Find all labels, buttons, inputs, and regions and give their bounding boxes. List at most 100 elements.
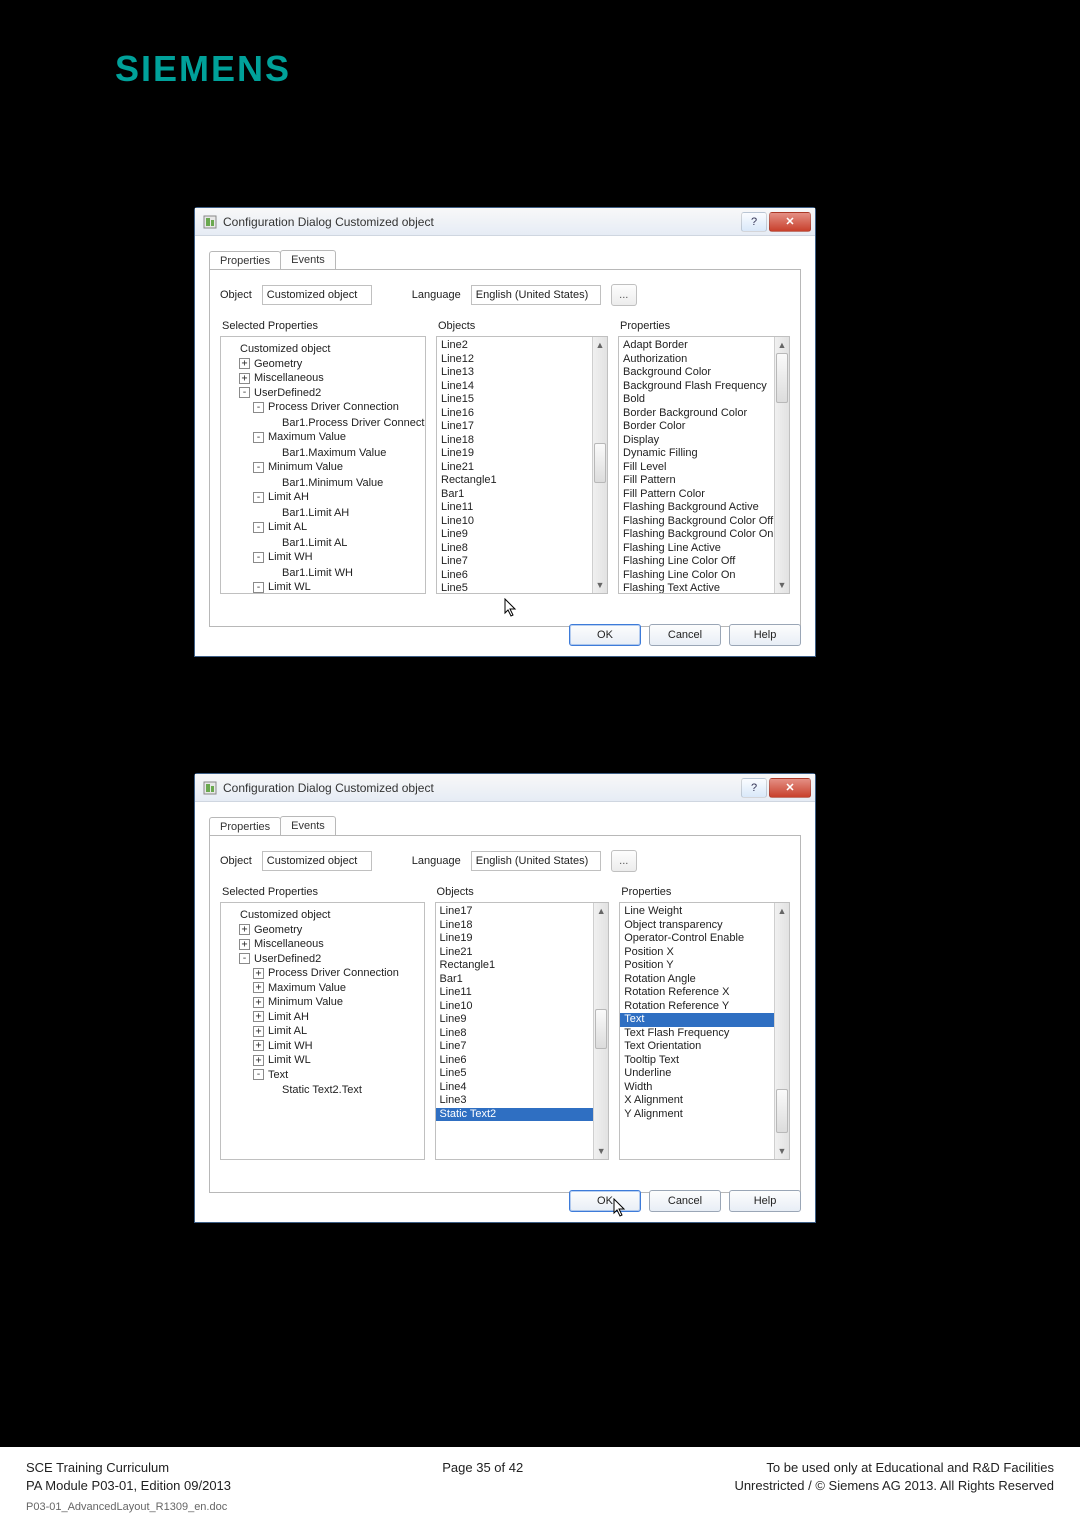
expand-icon[interactable]: +: [253, 997, 264, 1008]
list-item[interactable]: Background Flash Frequency: [619, 380, 774, 394]
list-item[interactable]: Line16: [437, 407, 592, 421]
list-item[interactable]: Operator-Control Enable: [620, 932, 774, 946]
expand-icon[interactable]: +: [253, 1011, 264, 1022]
list-item[interactable]: Line10: [437, 515, 592, 529]
expand-icon[interactable]: +: [253, 1040, 264, 1051]
list-item[interactable]: Line9: [436, 1013, 594, 1027]
list-item[interactable]: Line14: [437, 380, 592, 394]
list-item[interactable]: Line17: [436, 905, 594, 919]
help-titlebar-button[interactable]: ?: [741, 778, 767, 798]
list-item[interactable]: Line12: [437, 353, 592, 367]
list-item[interactable]: Line5: [436, 1067, 594, 1081]
scrollbar[interactable]: ▲ ▼: [774, 903, 789, 1159]
selected-properties-tree[interactable]: Customized object+Geometry+Miscellaneous…: [220, 902, 425, 1160]
tree-node[interactable]: +Limit AL: [253, 1024, 420, 1039]
list-item[interactable]: Line6: [437, 569, 592, 583]
tree-node[interactable]: Bar1.Minimum Value: [267, 475, 421, 491]
tab-events[interactable]: Events: [280, 250, 336, 269]
scroll-thumb[interactable]: [594, 443, 606, 483]
collapse-icon[interactable]: -: [253, 462, 264, 473]
list-item[interactable]: Tooltip Text: [620, 1054, 774, 1068]
tree-node[interactable]: +Limit WH: [253, 1039, 420, 1054]
collapse-icon[interactable]: -: [253, 1069, 264, 1080]
help-titlebar-button[interactable]: ?: [741, 212, 767, 232]
list-item[interactable]: Rotation Reference Y: [620, 1000, 774, 1014]
list-item[interactable]: Rectangle1: [437, 474, 592, 488]
language-field[interactable]: English (United States): [471, 851, 601, 871]
list-item[interactable]: Line19: [437, 447, 592, 461]
tree-node[interactable]: Bar1.Limit AL: [267, 535, 421, 551]
tree-node[interactable]: -Maximum ValueBar1.Maximum Value: [253, 430, 421, 460]
expand-icon[interactable]: +: [253, 968, 264, 979]
tree-node[interactable]: Customized object+Geometry+Miscellaneous…: [225, 341, 421, 594]
list-item[interactable]: Line18: [437, 434, 592, 448]
list-item[interactable]: Line4: [436, 1081, 594, 1095]
list-item[interactable]: Flashing Line Color On: [619, 569, 774, 583]
list-item[interactable]: Underline: [620, 1067, 774, 1081]
help-button[interactable]: Help: [729, 1190, 801, 1212]
list-item[interactable]: Line Weight: [620, 905, 774, 919]
scroll-down-icon[interactable]: ▼: [594, 1143, 608, 1159]
tree-node[interactable]: Bar1.Process Driver Connection: [267, 415, 421, 431]
cancel-button[interactable]: Cancel: [649, 1190, 721, 1212]
tree-node[interactable]: -Process Driver ConnectionBar1.Process D…: [253, 400, 421, 430]
list-item[interactable]: Line7: [436, 1040, 594, 1054]
expand-icon[interactable]: +: [253, 1026, 264, 1037]
expand-icon[interactable]: +: [253, 982, 264, 993]
list-item[interactable]: Flashing Line Color Off: [619, 555, 774, 569]
tree-node[interactable]: +Limit AH: [253, 1010, 420, 1025]
properties-list[interactable]: Line WeightObject transparencyOperator-C…: [619, 902, 790, 1160]
scroll-up-icon[interactable]: ▲: [593, 337, 607, 353]
language-browse-button[interactable]: ...: [611, 284, 637, 306]
close-button[interactable]: ✕: [769, 212, 811, 232]
scroll-down-icon[interactable]: ▼: [593, 577, 607, 593]
list-item[interactable]: Border Color: [619, 420, 774, 434]
expand-icon[interactable]: +: [239, 358, 250, 369]
tree-node[interactable]: -Limit WLBar1.Limit WL: [253, 580, 421, 594]
scrollbar[interactable]: ▲ ▼: [592, 337, 607, 593]
ok-button[interactable]: OK: [569, 1190, 641, 1212]
collapse-icon[interactable]: -: [253, 492, 264, 503]
tree-node[interactable]: -Limit WHBar1.Limit WH: [253, 550, 421, 580]
list-item[interactable]: Rectangle1: [436, 959, 594, 973]
list-item[interactable]: Bar1: [436, 973, 594, 987]
list-item[interactable]: Flashing Background Color On: [619, 528, 774, 542]
list-item[interactable]: Rotation Angle: [620, 973, 774, 987]
collapse-icon[interactable]: -: [239, 953, 250, 964]
scroll-up-icon[interactable]: ▲: [594, 903, 608, 919]
list-item[interactable]: Line10: [436, 1000, 594, 1014]
list-item[interactable]: X Alignment: [620, 1094, 774, 1108]
list-item[interactable]: Line21: [437, 461, 592, 475]
list-item[interactable]: Bar1: [437, 488, 592, 502]
list-item[interactable]: Line15: [437, 393, 592, 407]
list-item[interactable]: Text Orientation: [620, 1040, 774, 1054]
list-item[interactable]: Width: [620, 1081, 774, 1095]
scroll-up-icon[interactable]: ▲: [775, 903, 789, 919]
object-field[interactable]: Customized object: [262, 851, 372, 871]
scrollbar[interactable]: ▲ ▼: [593, 903, 608, 1159]
close-button[interactable]: ✕: [769, 778, 811, 798]
list-item[interactable]: Bold: [619, 393, 774, 407]
list-item[interactable]: Line18: [436, 919, 594, 933]
tree-node[interactable]: +Miscellaneous: [239, 371, 421, 386]
list-item[interactable]: Line21: [436, 946, 594, 960]
list-item[interactable]: Line3: [436, 1094, 594, 1108]
list-item[interactable]: Background Color: [619, 366, 774, 380]
list-item[interactable]: Rotation Reference X: [620, 986, 774, 1000]
list-item[interactable]: Flashing Text Active: [619, 582, 774, 593]
list-item[interactable]: Line8: [436, 1027, 594, 1041]
tree-node[interactable]: Customized object+Geometry+Miscellaneous…: [225, 907, 420, 1098]
tree-node[interactable]: +Minimum Value: [253, 995, 420, 1010]
expand-icon[interactable]: +: [239, 373, 250, 384]
list-item[interactable]: Line7: [437, 555, 592, 569]
expand-icon[interactable]: +: [239, 939, 250, 950]
language-browse-button[interactable]: ...: [611, 850, 637, 872]
list-item[interactable]: Fill Pattern Color: [619, 488, 774, 502]
list-item[interactable]: Display: [619, 434, 774, 448]
scrollbar[interactable]: ▲ ▼: [774, 337, 789, 593]
list-item[interactable]: Line19: [436, 932, 594, 946]
tree-node[interactable]: Bar1.Limit WH: [267, 565, 421, 581]
tree-node[interactable]: +Process Driver Connection: [253, 966, 420, 981]
list-item[interactable]: Line2: [437, 339, 592, 353]
list-item[interactable]: Text: [620, 1013, 774, 1027]
